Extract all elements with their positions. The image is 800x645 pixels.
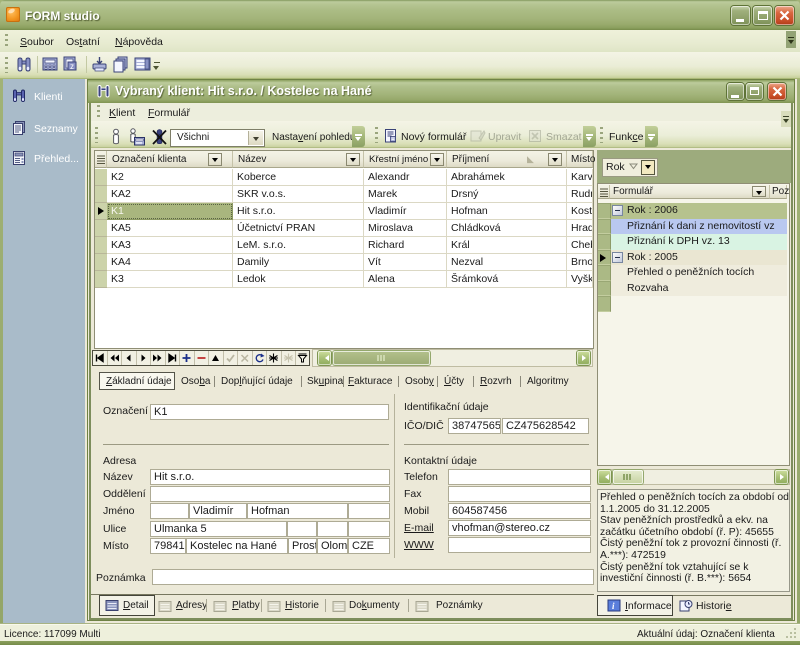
svg-text:z: z bbox=[70, 62, 74, 71]
